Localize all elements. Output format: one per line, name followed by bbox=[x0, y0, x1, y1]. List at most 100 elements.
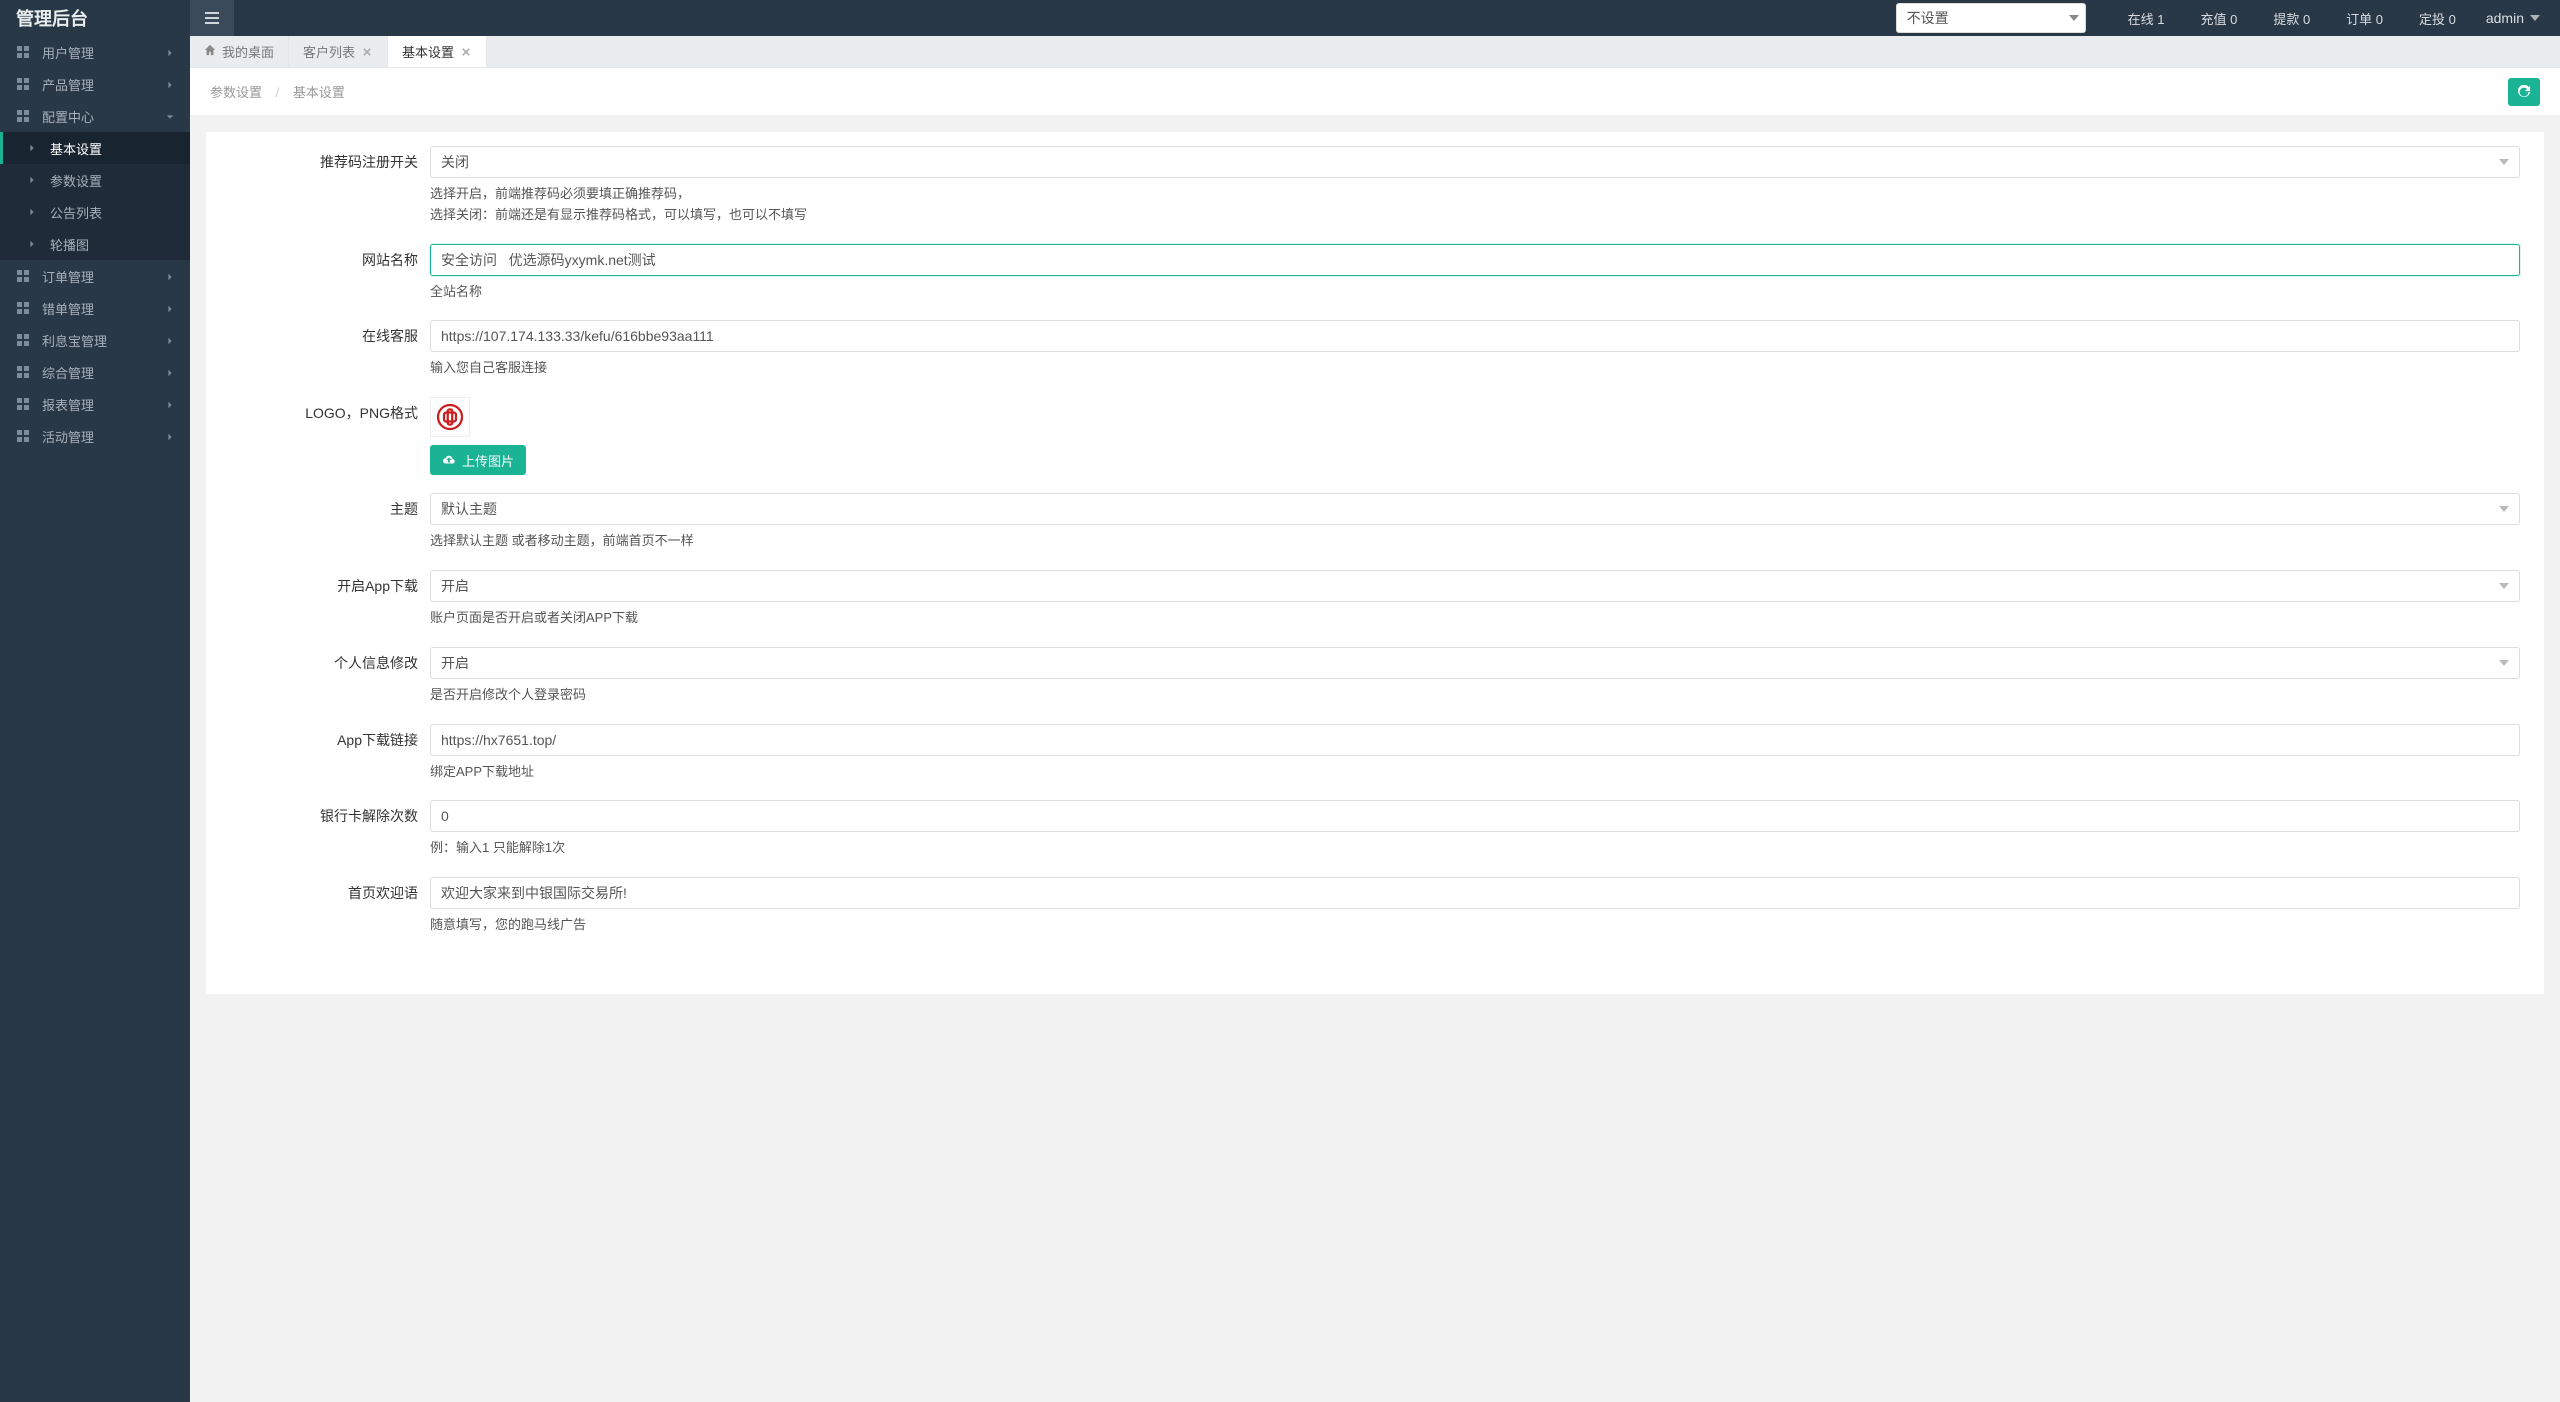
chevron-down-icon bbox=[166, 109, 176, 124]
grid-icon bbox=[14, 301, 32, 315]
chevron-down-icon bbox=[2499, 159, 2509, 165]
logo-preview bbox=[430, 397, 470, 437]
sidebar-subitem[interactable]: 公告列表 bbox=[0, 196, 190, 228]
home-icon bbox=[204, 44, 216, 59]
sidebar-subitem[interactable]: 轮播图 bbox=[0, 228, 190, 260]
row-recommend-switch: 推荐码注册开关 关闭 选择开启，前端推荐码必须要填正确推荐码， 选择关闭：前端还… bbox=[230, 146, 2520, 226]
select-recommend-switch[interactable]: 关闭 bbox=[430, 146, 2520, 178]
admin-menu[interactable]: admin bbox=[2474, 0, 2560, 36]
chevron-right-icon bbox=[28, 176, 42, 184]
tab[interactable]: 我的桌面 bbox=[190, 36, 289, 67]
sidebar-subitem-label: 基本设置 bbox=[50, 139, 176, 158]
label-personal-edit: 个人信息修改 bbox=[230, 647, 430, 673]
sidebar-item[interactable]: 利息宝管理 bbox=[0, 324, 190, 356]
sidebar-toggle-button[interactable] bbox=[190, 0, 234, 36]
label-app-link: App下载链接 bbox=[230, 724, 430, 750]
label-kefu: 在线客服 bbox=[230, 320, 430, 346]
sidebar-item[interactable]: 活动管理 bbox=[0, 420, 190, 452]
tab[interactable]: 基本设置 bbox=[388, 36, 487, 67]
chevron-right-icon bbox=[166, 77, 176, 92]
grid-icon bbox=[14, 397, 32, 411]
label-theme: 主题 bbox=[230, 493, 430, 519]
chevron-down-icon bbox=[2499, 583, 2509, 589]
sidebar: 用户管理产品管理配置中心基本设置参数设置公告列表轮播图订单管理错单管理利息宝管理… bbox=[0, 36, 190, 1402]
top-header: 管理后台 不设置 在线 1 充值 0 提款 0 订单 0 定投 0 admin bbox=[0, 0, 2560, 36]
input-site-name[interactable] bbox=[430, 244, 2520, 276]
select-app-download[interactable]: 开启 bbox=[430, 570, 2520, 602]
row-logo: LOGO，PNG格式 上传图片 bbox=[230, 397, 2520, 475]
row-personal-edit: 个人信息修改 开启 是否开启修改个人登录密码 bbox=[230, 647, 2520, 706]
row-app-download: 开启App下载 开启 账户页面是否开启或者关闭APP下载 bbox=[230, 570, 2520, 629]
chevron-right-icon bbox=[166, 269, 176, 284]
input-app-link[interactable] bbox=[430, 724, 2520, 756]
label-welcome: 首页欢迎语 bbox=[230, 877, 430, 903]
stat-withdraw[interactable]: 提款 0 bbox=[2255, 9, 2328, 28]
form-scroll[interactable]: 推荐码注册开关 关闭 选择开启，前端推荐码必须要填正确推荐码， 选择关闭：前端还… bbox=[190, 116, 2560, 1402]
label-site-name: 网站名称 bbox=[230, 244, 430, 270]
sidebar-item-label: 订单管理 bbox=[42, 267, 166, 286]
breadcrumb-parent[interactable]: 参数设置 bbox=[210, 85, 262, 100]
label-bankcard-remove: 银行卡解除次数 bbox=[230, 800, 430, 826]
tab[interactable]: 客户列表 bbox=[289, 36, 388, 67]
menu-icon bbox=[204, 10, 220, 26]
sidebar-subitem-label: 参数设置 bbox=[50, 171, 176, 190]
breadcrumb-current: 基本设置 bbox=[293, 85, 345, 100]
row-welcome: 首页欢迎语 随意填写，您的跑马线广告 bbox=[230, 877, 2520, 936]
stat-online[interactable]: 在线 1 bbox=[2110, 9, 2183, 28]
stat-fixed[interactable]: 定投 0 bbox=[2401, 9, 2474, 28]
chevron-right-icon bbox=[28, 240, 42, 248]
row-site-name: 网站名称 全站名称 bbox=[230, 244, 2520, 303]
refresh-button[interactable] bbox=[2508, 78, 2540, 106]
close-icon[interactable] bbox=[460, 46, 472, 58]
sidebar-item[interactable]: 报表管理 bbox=[0, 388, 190, 420]
row-bankcard-remove: 银行卡解除次数 例：输入1 只能解除1次 bbox=[230, 800, 2520, 859]
breadcrumb: 参数设置 / 基本设置 bbox=[210, 82, 345, 101]
row-kefu: 在线客服 输入您自己客服连接 bbox=[230, 320, 2520, 379]
tab-label: 基本设置 bbox=[402, 42, 454, 61]
sidebar-item-label: 综合管理 bbox=[42, 363, 166, 382]
main-area: 我的桌面客户列表基本设置 参数设置 / 基本设置 推荐码注册开关 关闭 bbox=[190, 36, 2560, 1402]
sidebar-item-label: 报表管理 bbox=[42, 395, 166, 414]
sidebar-subitem[interactable]: 基本设置 bbox=[0, 132, 190, 164]
admin-label: admin bbox=[2486, 10, 2524, 26]
stat-recharge[interactable]: 充值 0 bbox=[2182, 9, 2255, 28]
chevron-right-icon bbox=[28, 144, 42, 152]
sidebar-item[interactable]: 综合管理 bbox=[0, 356, 190, 388]
stat-orders[interactable]: 订单 0 bbox=[2328, 9, 2401, 28]
label-recommend-switch: 推荐码注册开关 bbox=[230, 146, 430, 172]
chevron-right-icon bbox=[166, 365, 176, 380]
input-kefu[interactable] bbox=[430, 320, 2520, 352]
help-recommend-switch: 选择开启，前端推荐码必须要填正确推荐码， 选择关闭：前端还是有显示推荐码格式，可… bbox=[430, 184, 2520, 226]
label-app-download: 开启App下载 bbox=[230, 570, 430, 596]
sidebar-submenu: 基本设置参数设置公告列表轮播图 bbox=[0, 132, 190, 260]
sidebar-item[interactable]: 配置中心 bbox=[0, 100, 190, 132]
boc-logo-icon bbox=[435, 402, 465, 432]
select-theme[interactable]: 默认主题 bbox=[430, 493, 2520, 525]
input-bankcard-remove[interactable] bbox=[430, 800, 2520, 832]
grid-icon bbox=[14, 109, 32, 123]
select-personal-edit[interactable]: 开启 bbox=[430, 647, 2520, 679]
brand-title: 管理后台 bbox=[0, 0, 190, 36]
grid-icon bbox=[14, 333, 32, 347]
close-icon[interactable] bbox=[361, 46, 373, 58]
sidebar-item-label: 产品管理 bbox=[42, 75, 166, 94]
sidebar-item[interactable]: 订单管理 bbox=[0, 260, 190, 292]
sidebar-item[interactable]: 产品管理 bbox=[0, 68, 190, 100]
grid-icon bbox=[14, 269, 32, 283]
header-select[interactable]: 不设置 bbox=[1896, 3, 2086, 33]
sidebar-subitem-label: 公告列表 bbox=[50, 203, 176, 222]
chevron-down-icon bbox=[2530, 15, 2540, 21]
header-stats: 在线 1 充值 0 提款 0 订单 0 定投 0 bbox=[2110, 0, 2474, 36]
grid-icon bbox=[14, 45, 32, 59]
sidebar-item[interactable]: 用户管理 bbox=[0, 36, 190, 68]
form-panel: 推荐码注册开关 关闭 选择开启，前端推荐码必须要填正确推荐码， 选择关闭：前端还… bbox=[206, 132, 2544, 994]
breadcrumb-row: 参数设置 / 基本设置 bbox=[190, 68, 2560, 116]
sidebar-subitem[interactable]: 参数设置 bbox=[0, 164, 190, 196]
grid-icon bbox=[14, 429, 32, 443]
upload-button[interactable]: 上传图片 bbox=[430, 445, 526, 475]
input-welcome[interactable] bbox=[430, 877, 2520, 909]
tab-strip: 我的桌面客户列表基本设置 bbox=[190, 36, 2560, 68]
sidebar-item-label: 利息宝管理 bbox=[42, 331, 166, 350]
chevron-down-icon bbox=[2069, 15, 2079, 21]
sidebar-item[interactable]: 错单管理 bbox=[0, 292, 190, 324]
